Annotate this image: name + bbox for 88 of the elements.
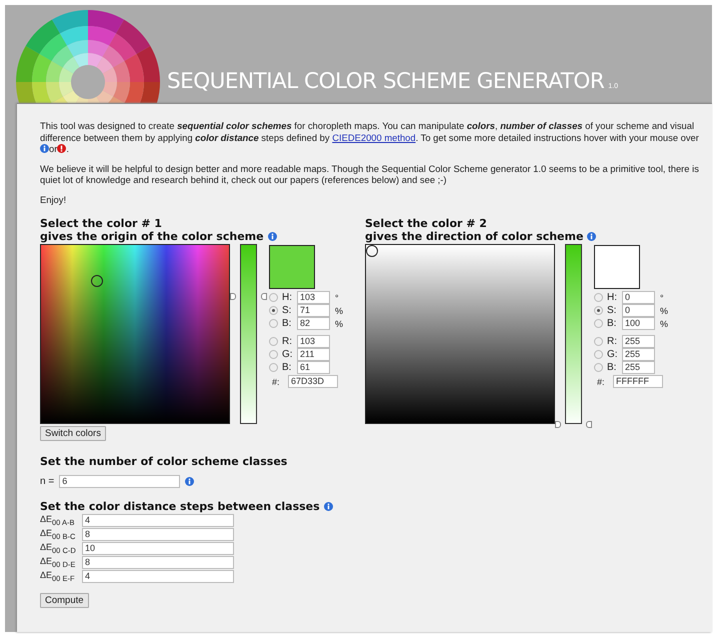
page-title: SEQUENTIAL COLOR SCHEME GENERATOR [167, 68, 604, 96]
section-title: Set the color distance steps between classes [40, 500, 320, 513]
step-label: ΔE$_{00 A-B}$ [40, 514, 76, 526]
warning-icon[interactable] [57, 144, 66, 153]
input-field[interactable]: 0 [622, 291, 655, 304]
slider-handle[interactable] [230, 293, 236, 300]
slider-handle[interactable] [261, 293, 267, 300]
info-icon[interactable] [324, 502, 333, 511]
field-label: B: [282, 318, 292, 329]
input-field[interactable]: 61 [297, 361, 330, 374]
switch-colors-button[interactable]: Switch colors [40, 426, 106, 441]
hex-input-field[interactable]: FFFFFF [613, 375, 663, 388]
compute-button[interactable]: Compute [40, 593, 89, 608]
radio-button[interactable] [594, 293, 603, 302]
color-field[interactable] [365, 244, 555, 424]
field-label: S: [607, 305, 618, 316]
field-label: G: [282, 349, 294, 360]
cursor-ring-icon[interactable] [91, 274, 104, 287]
field-label: #: [272, 376, 281, 386]
field-label: R: [282, 336, 293, 347]
info-icon[interactable] [40, 144, 49, 153]
step-label: ΔE$_{00 E-F}$ [40, 570, 76, 582]
info-icon[interactable] [268, 232, 277, 241]
intro-paragraph: We believe it will be helpful to design better and more readable maps. Though the Sequential Color Scheme generator 1.0 seems to be a primitive tool, there is quiet lot of knowledge and research behind it, check out our papers (references below) and see ;-) [40, 162, 700, 186]
intro-paragraph: This tool was designed to create sequential color schemes for choropleth maps. You can manipulate colors, number of classes of your scheme and visual difference between them by applying color distance steps defined by CIEDE2000 method. To get some more detailed instructions hover with your mouse over or . [40, 120, 700, 154]
step-input-field[interactable]: 8 [82, 528, 234, 540]
step-input-field[interactable]: 4 [82, 514, 234, 526]
picker-subtitle: gives the direction of color scheme [365, 230, 584, 243]
field-label: R: [607, 336, 618, 347]
input-field[interactable]: 103 [297, 335, 330, 348]
field-label: H: [282, 292, 293, 303]
radio-button[interactable] [269, 337, 278, 346]
field-label: G: [607, 349, 619, 360]
step-input-field[interactable]: 4 [82, 570, 234, 582]
unit-label: ° [335, 292, 339, 302]
field-label: B: [607, 318, 618, 329]
input-field[interactable]: 100 [622, 317, 655, 330]
unit-label: % [335, 306, 344, 316]
slider-handle[interactable] [555, 421, 561, 428]
radio-button[interactable] [594, 306, 603, 315]
radio-button[interactable] [269, 306, 278, 315]
step-label: ΔE$_{00 C-D}$ [40, 542, 77, 554]
slider-handle[interactable] [586, 421, 592, 428]
field-label: S: [282, 305, 292, 316]
input-field[interactable]: 82 [297, 317, 330, 330]
field-label: B: [607, 362, 618, 373]
unit-label: ° [660, 292, 664, 302]
input-field[interactable]: 71 [297, 304, 330, 317]
radio-button[interactable] [594, 363, 603, 372]
info-icon[interactable] [185, 477, 194, 486]
step-input-field[interactable]: 10 [82, 542, 234, 554]
info-icon[interactable] [587, 232, 596, 241]
input-field[interactable]: 0 [622, 304, 655, 317]
field-label: #: [597, 376, 606, 386]
radio-button[interactable] [269, 319, 278, 328]
unit-label: % [660, 318, 668, 328]
field-label: n = [40, 476, 54, 487]
radio-button[interactable] [269, 350, 278, 359]
color-field[interactable] [40, 244, 230, 424]
step-label: ΔE$_{00 D-E}$ [40, 556, 76, 568]
field-label: B: [282, 362, 292, 373]
radio-button[interactable] [269, 293, 278, 302]
input-field[interactable]: 103 [297, 291, 330, 304]
unit-label: % [335, 318, 344, 328]
radio-button[interactable] [269, 363, 278, 372]
input-field[interactable]: 255 [622, 361, 655, 374]
step-input-field[interactable]: 8 [82, 556, 234, 568]
radio-button[interactable] [594, 337, 603, 346]
picker-title: Select the color # 1 [40, 217, 163, 230]
saturation-slider[interactable] [230, 244, 267, 424]
unit-label: % [660, 306, 668, 316]
ciede2000-link[interactable]: CIEDE2000 method [332, 132, 416, 142]
radio-button[interactable] [594, 319, 603, 328]
color-swatch [594, 245, 640, 289]
picker-title: Select the color # 2 [365, 217, 488, 230]
cursor-ring-icon[interactable] [366, 245, 378, 257]
picker-subtitle: gives the origin of the color scheme [40, 230, 264, 243]
input-field[interactable]: 211 [297, 348, 330, 361]
classes-input-field[interactable]: 6 [59, 475, 180, 488]
section-title: Set the number of color scheme classes [40, 455, 288, 468]
step-label: ΔE$_{00 B-C}$ [40, 528, 76, 540]
radio-button[interactable] [594, 350, 603, 359]
hex-input-field[interactable]: 67D33D [288, 375, 338, 388]
field-label: H: [607, 292, 618, 303]
input-field[interactable]: 255 [622, 335, 655, 348]
input-field[interactable]: 255 [622, 348, 655, 361]
color-swatch [269, 245, 315, 289]
enjoy-text: Enjoy! [40, 194, 68, 205]
